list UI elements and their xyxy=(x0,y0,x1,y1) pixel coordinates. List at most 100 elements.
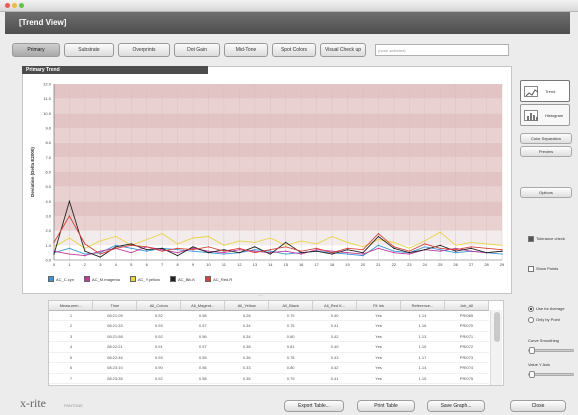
histogram-view-button[interactable]: Histogram xyxy=(520,104,570,126)
tab-mid-tone[interactable]: Mid-Tone xyxy=(224,43,268,57)
tab-substrate[interactable]: Substrate xyxy=(64,43,114,57)
table-cell: 1.15 xyxy=(400,341,445,353)
table-cell: 0.78 xyxy=(268,352,313,363)
data-point xyxy=(176,243,179,245)
table-row[interactable]: 1 08:21:09 0.92 0.58 0.28 0.79 0.40 Yes 1.14 PRI0… xyxy=(49,310,489,321)
by-job-radio[interactable] xyxy=(528,306,534,312)
data-point xyxy=(455,250,457,252)
show-points-option[interactable]: Show Points xyxy=(528,266,558,272)
data-point xyxy=(68,237,71,239)
legend-item[interactable]: AC_Blk.K xyxy=(169,276,195,282)
by-point-radio[interactable] xyxy=(528,317,534,323)
panel-splitter-handle[interactable]: ⋯ xyxy=(258,294,272,299)
chart-band xyxy=(54,113,502,128)
column-header[interactable]: Job_All xyxy=(444,301,490,311)
legend-item[interactable]: AC_M.magenta xyxy=(84,276,120,282)
data-point xyxy=(130,243,132,245)
close-window-button[interactable] xyxy=(5,3,10,8)
data-point xyxy=(130,252,132,254)
data-point xyxy=(300,253,302,255)
column-header[interactable]: Reference... xyxy=(400,301,445,311)
column-header[interactable]: All_Magent... xyxy=(180,301,226,311)
table-scrollbar[interactable] xyxy=(490,310,502,385)
table-cell: 1 xyxy=(49,310,93,321)
x-tick-label: 9 xyxy=(192,262,195,267)
table-row[interactable]: 7 08:23:35 0.92 0.58 0.35 0.79 0.41 Yes 1.15 PRI0… xyxy=(49,373,489,384)
tab-overprints[interactable]: Overprints xyxy=(118,43,170,57)
options-button[interactable]: Options xyxy=(520,187,572,198)
data-point xyxy=(346,249,349,251)
zoom-window-button[interactable] xyxy=(19,3,24,8)
by-point-option[interactable]: Only by Point xyxy=(528,317,560,323)
print-table-button[interactable]: Print Table xyxy=(357,400,415,412)
by-job-option[interactable]: Use for Average xyxy=(528,306,565,312)
table-row[interactable]: 2 08:21:33 0.93 0.57 0.34 0.75 0.41 Yes 1.16 PRI0… xyxy=(49,320,489,332)
data-point xyxy=(455,247,457,249)
custom-selection-field[interactable]: (none selected) xyxy=(375,44,509,56)
data-point xyxy=(439,247,441,249)
show-points-label: Show Points xyxy=(536,266,559,272)
data-point xyxy=(115,235,117,238)
legend-item[interactable]: AC_Red.R xyxy=(205,276,232,282)
table-cell: 0.38 xyxy=(224,341,269,353)
table-row[interactable]: 6 08:23:10 0.90 0.56 0.33 0.80 0.42 Yes 1.14 PRI0… xyxy=(49,362,489,374)
show-points-checkbox[interactable] xyxy=(528,266,534,272)
data-point xyxy=(501,250,503,252)
measurements-table: Measurem... Time All_Colors All_Magent... Al… xyxy=(48,300,504,386)
x-tick-label: 29 xyxy=(500,262,505,267)
chart-band xyxy=(54,84,502,99)
data-point xyxy=(377,235,380,238)
table-row[interactable]: 3 08:21:58 0.92 0.56 0.34 0.80 0.42 Yes 1.13 PRI0… xyxy=(49,331,489,342)
legend-item[interactable]: AC_Y.yellow xyxy=(129,276,160,282)
y-tick-label: 0.0 xyxy=(45,258,51,263)
export-table-button[interactable]: Export Table... xyxy=(284,400,344,412)
table-cell: 0.79 xyxy=(268,373,313,384)
column-header[interactable]: Measurem... xyxy=(49,301,94,311)
preview-button[interactable]: Preview xyxy=(520,146,572,157)
data-point xyxy=(424,249,426,251)
x-tick-label: 4 xyxy=(115,262,118,267)
table-row[interactable]: 4 08:22:21 0.91 0.57 0.38 0.81 0.40 Yes 1.15 PRI0… xyxy=(49,341,489,353)
data-point xyxy=(377,233,380,235)
close-button[interactable]: Close xyxy=(510,400,566,412)
tolerance-checkbox[interactable] xyxy=(528,236,534,242)
y-tick-label: 8.0 xyxy=(45,140,51,145)
column-header[interactable]: Time xyxy=(92,301,138,311)
data-point xyxy=(408,253,410,255)
smoothing-slider-knob[interactable] xyxy=(529,347,535,354)
column-header[interactable]: All_Yellow xyxy=(224,301,270,311)
tab-primary[interactable]: Primary xyxy=(12,43,60,57)
minimize-window-button[interactable] xyxy=(12,3,17,8)
column-header[interactable]: All_Colors xyxy=(136,301,182,311)
tab-visual-check-up[interactable]: Visual Check up xyxy=(320,43,366,57)
tab-dot-gain[interactable]: Dot Gain xyxy=(174,43,220,57)
tab-spot-colors[interactable]: Spot Colors xyxy=(272,43,316,57)
data-point xyxy=(161,233,163,235)
data-point xyxy=(207,246,210,248)
x-tick-label: 23 xyxy=(407,262,412,267)
chart-band xyxy=(54,128,502,143)
legend-swatch xyxy=(169,276,176,282)
x-tick-label: 2 xyxy=(84,262,87,267)
data-point xyxy=(316,250,318,252)
data-point xyxy=(238,252,240,254)
scrollbar-thumb[interactable] xyxy=(494,312,500,342)
data-point xyxy=(362,255,364,257)
trend-view-button[interactable]: Trend xyxy=(520,80,570,102)
column-header[interactable]: Fit Ink xyxy=(356,301,401,311)
data-point xyxy=(161,247,163,249)
legend-item[interactable]: AC_C.cyn xyxy=(48,276,74,282)
value-y-axis-slider-knob[interactable] xyxy=(529,371,535,378)
value-y-axis-slider[interactable] xyxy=(528,371,574,378)
table-row[interactable]: 5 08:22:46 0.93 0.55 0.36 0.78 0.43 Yes 1.17 PRI0… xyxy=(49,352,489,363)
data-point xyxy=(238,249,240,251)
data-point xyxy=(146,246,148,248)
tolerance-check-option[interactable]: Tolerance check xyxy=(528,236,565,242)
y-tick-label: 6.0 xyxy=(45,170,51,175)
column-header[interactable]: All_Black xyxy=(268,301,314,311)
table-cell: 0.79 xyxy=(268,310,313,321)
color-separation-button[interactable]: Color Separation xyxy=(520,133,572,144)
save-graph-button[interactable]: Save Graph... xyxy=(427,400,485,412)
smoothing-slider[interactable] xyxy=(528,347,574,354)
column-header[interactable]: All_Red K... xyxy=(312,301,358,311)
